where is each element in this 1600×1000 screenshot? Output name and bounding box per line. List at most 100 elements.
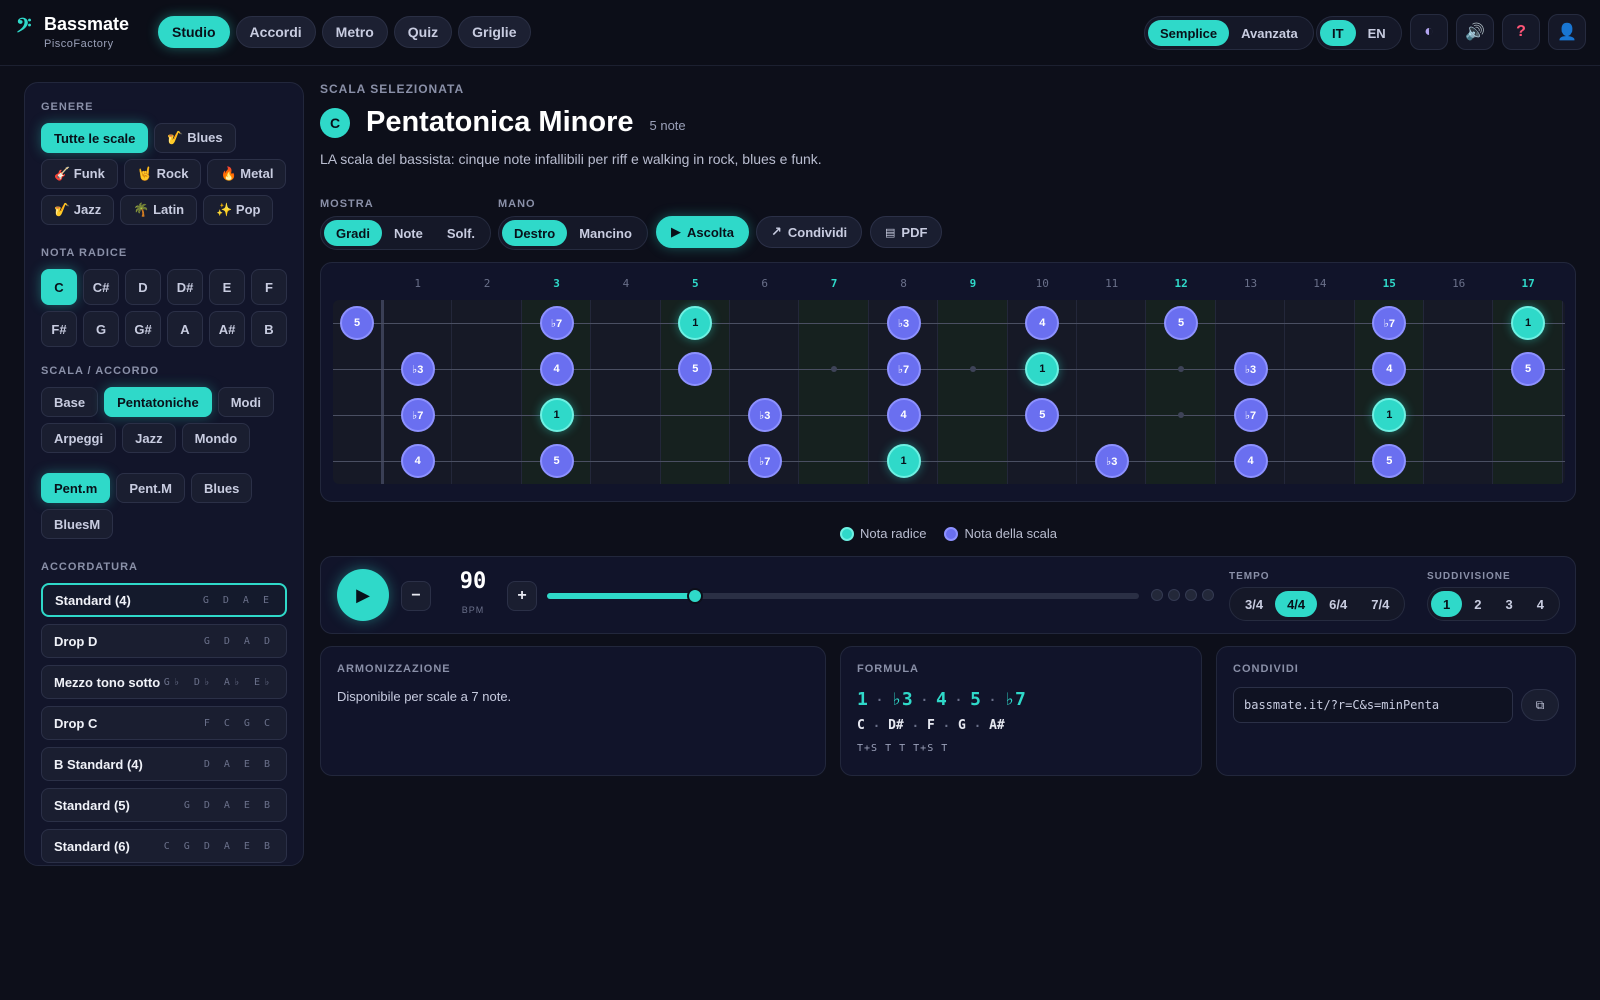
root-b[interactable]: B: [251, 311, 287, 347]
scale-note-dot[interactable]: ♭3: [747, 398, 782, 432]
scale-note-dot[interactable]: 4: [1233, 444, 1268, 478]
mode-avanzata[interactable]: Avanzata: [1229, 20, 1310, 46]
root-g[interactable]: G: [83, 311, 119, 347]
root-c[interactable]: C: [41, 269, 77, 305]
nav-accordi[interactable]: Accordi: [235, 16, 316, 48]
scale-type-jazz[interactable]: Jazz: [122, 423, 176, 453]
bpm-slider[interactable]: [547, 588, 1139, 604]
profile-button[interactable]: 👤: [1548, 14, 1586, 50]
genre-tutte-le-scale[interactable]: Tutte le scale: [41, 123, 149, 153]
scale-pent-m[interactable]: Pent.m: [41, 473, 111, 503]
root-fsharp[interactable]: F#: [41, 311, 77, 347]
root-f[interactable]: F: [251, 269, 287, 305]
nav-griglie[interactable]: Griglie: [458, 16, 531, 48]
scale-note-dot[interactable]: 4: [1372, 352, 1407, 386]
genre-blues[interactable]: 🎷 Blues: [154, 123, 236, 153]
listen-button[interactable]: ▶ Ascolta: [656, 216, 749, 248]
app-logo[interactable]: 𝄢 Bassmate PiscoFactory: [16, 14, 129, 50]
scale-note-dot[interactable]: 4: [400, 444, 435, 478]
scale-note-dot[interactable]: 5: [678, 352, 713, 386]
scale-note-dot[interactable]: ♭3: [400, 352, 435, 386]
theme-button[interactable]: ◐: [1410, 14, 1448, 50]
scale-note-dot[interactable]: 4: [886, 398, 921, 432]
show-solf[interactable]: Solf.: [435, 220, 487, 246]
tuning-standard-6[interactable]: Standard (6) C G D A E B: [41, 829, 287, 863]
scale-note-dot[interactable]: ♭3: [886, 306, 921, 340]
share-button[interactable]: ↗ Condividi: [756, 216, 863, 248]
scale-note-dot[interactable]: 5: [1372, 444, 1407, 478]
show-gradi[interactable]: Gradi: [324, 220, 382, 246]
genre-pop[interactable]: ✨ Pop: [203, 195, 274, 225]
root-dsharp[interactable]: D#: [167, 269, 203, 305]
scale-bluesm[interactable]: BluesM: [41, 509, 114, 539]
hand-mancino[interactable]: Mancino: [567, 220, 644, 246]
scale-note-dot[interactable]: 4: [539, 352, 574, 386]
subdiv-1[interactable]: 1: [1431, 591, 1463, 617]
tempo-6-4[interactable]: 6/4: [1317, 591, 1359, 617]
scale-note-dot[interactable]: ♭7: [400, 398, 435, 432]
scale-pent-m[interactable]: Pent.M: [116, 473, 185, 503]
scale-type-modi[interactable]: Modi: [217, 387, 275, 417]
genre-rock[interactable]: 🤘 Rock: [123, 159, 202, 189]
bpm-slider-thumb[interactable]: [687, 588, 703, 604]
scale-blues[interactable]: Blues: [190, 473, 253, 503]
scale-type-arpeggi[interactable]: Arpeggi: [41, 423, 117, 453]
root-note-dot[interactable]: 1: [678, 306, 713, 340]
scale-type-base[interactable]: Base: [41, 387, 99, 417]
subdiv-2[interactable]: 2: [1462, 591, 1493, 617]
scale-note-dot[interactable]: ♭3: [1094, 444, 1129, 478]
scale-note-dot[interactable]: 5: [1025, 398, 1060, 432]
bpm-increase-button[interactable]: +: [507, 581, 537, 611]
root-note-dot[interactable]: 1: [1372, 398, 1407, 432]
lang-it[interactable]: IT: [1320, 20, 1356, 46]
root-a[interactable]: A: [167, 311, 203, 347]
scale-note-dot[interactable]: ♭3: [1233, 352, 1268, 386]
tempo-7-4[interactable]: 7/4: [1359, 591, 1401, 617]
scale-note-dot[interactable]: 5: [1511, 352, 1546, 386]
sound-button[interactable]: 🔊: [1456, 14, 1494, 50]
scale-note-dot[interactable]: 4: [1025, 306, 1060, 340]
root-note-dot[interactable]: 1: [886, 444, 921, 478]
genre-jazz[interactable]: 🎷 Jazz: [41, 195, 115, 225]
root-note-dot[interactable]: 1: [1025, 352, 1060, 386]
tuning-mezzo-tono-sotto[interactable]: Mezzo tono sotto G♭ D♭ A♭ E♭: [41, 665, 287, 699]
hand-destro[interactable]: Destro: [502, 220, 568, 246]
root-e[interactable]: E: [209, 269, 245, 305]
scale-type-mondo[interactable]: Mondo: [181, 423, 251, 453]
scale-note-dot[interactable]: 5: [340, 306, 374, 340]
root-d[interactable]: D: [125, 269, 161, 305]
tuning-b-standard-4[interactable]: B Standard (4) D A E B: [41, 747, 287, 781]
mode-semplice[interactable]: Semplice: [1148, 20, 1230, 46]
lang-en[interactable]: EN: [1356, 20, 1398, 46]
genre-funk[interactable]: 🎸 Funk: [41, 159, 118, 189]
help-button[interactable]: ?: [1502, 14, 1540, 50]
genre-latin[interactable]: 🌴 Latin: [120, 195, 198, 225]
tuning-drop-c[interactable]: Drop C F C G C: [41, 706, 287, 740]
bpm-decrease-button[interactable]: −: [401, 581, 431, 611]
scale-note-dot[interactable]: ♭7: [747, 444, 782, 478]
scale-note-dot[interactable]: ♭7: [539, 306, 574, 340]
subdiv-4[interactable]: 4: [1525, 591, 1556, 617]
tuning-drop-d[interactable]: Drop D G D A D: [41, 624, 287, 658]
scale-note-dot[interactable]: 5: [539, 444, 574, 478]
scale-note-dot[interactable]: ♭7: [1233, 398, 1268, 432]
tempo-3-4[interactable]: 3/4: [1233, 591, 1275, 617]
share-url-field[interactable]: bassmate.it/?r=C&s=minPenta: [1233, 687, 1513, 723]
tuning-standard-5[interactable]: Standard (5) G D A E B: [41, 788, 287, 822]
pdf-button[interactable]: ▤ PDF: [870, 216, 943, 248]
root-csharp[interactable]: C#: [83, 269, 119, 305]
scale-note-dot[interactable]: ♭7: [886, 352, 921, 386]
nav-studio[interactable]: Studio: [158, 16, 230, 48]
scale-type-pentatoniche[interactable]: Pentatoniche: [104, 387, 212, 417]
nav-quiz[interactable]: Quiz: [393, 16, 453, 48]
root-gsharp[interactable]: G#: [125, 311, 161, 347]
nav-metro[interactable]: Metro: [321, 16, 388, 48]
metronome-play-button[interactable]: ▶: [337, 569, 389, 621]
root-note-dot[interactable]: 1: [1511, 306, 1546, 340]
root-note-dot[interactable]: 1: [539, 398, 574, 432]
genre-metal[interactable]: 🔥 Metal: [207, 159, 287, 189]
tempo-4-4[interactable]: 4/4: [1275, 591, 1318, 617]
tuning-standard-4[interactable]: Standard (4) G D A E: [41, 583, 287, 617]
subdiv-3[interactable]: 3: [1493, 591, 1524, 617]
root-asharp[interactable]: A#: [209, 311, 245, 347]
